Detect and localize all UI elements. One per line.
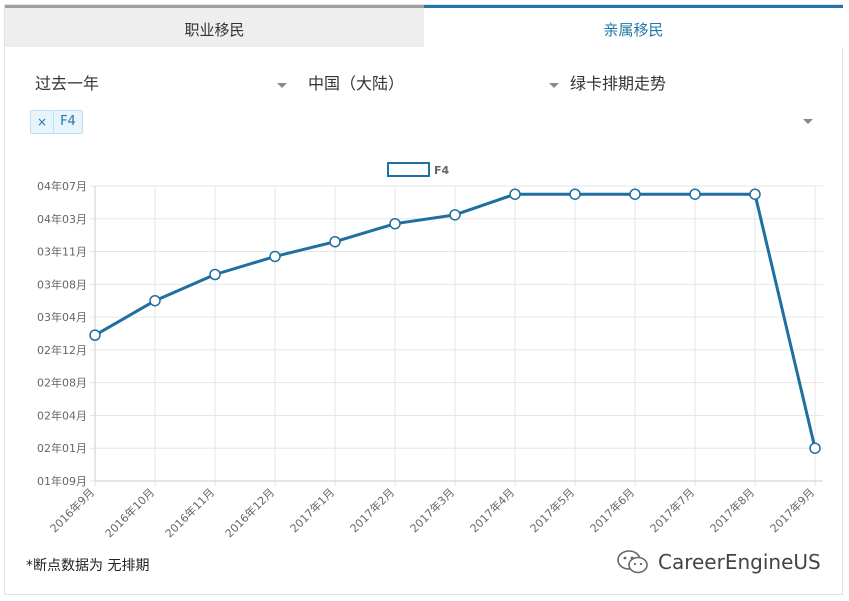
data-point [569, 188, 581, 200]
x-tick-label: 2016年12月 [222, 485, 277, 540]
x-tick-label: 2017年1月 [287, 485, 337, 535]
data-point [269, 250, 281, 263]
watermark-text: CareerEngineUS [658, 550, 821, 574]
y-tick-label: 04年03月 [37, 212, 87, 226]
y-tick-label: 01年09月 [37, 474, 87, 488]
y-tick-label: 03年04月 [37, 310, 87, 324]
y-tick-label: 02年01月 [37, 441, 87, 455]
x-tick-label: 2017年6月 [587, 485, 637, 535]
chart-legend[interactable]: F4 [387, 162, 450, 177]
x-tick-label: 2017年7月 [647, 485, 697, 535]
watermark: CareerEngineUS [616, 548, 821, 576]
x-tick-label: 2017年2月 [347, 485, 397, 535]
legend-label: F4 [434, 164, 450, 177]
data-point [149, 294, 161, 307]
legend-swatch [387, 162, 430, 177]
line-chart: 01年09月 02年01月 02年04月 02年08月 02年12月 03年04月 03年0… [37, 162, 823, 540]
data-point [389, 217, 401, 230]
x-tick-label: 2017年8月 [707, 485, 757, 535]
y-tick-label: 02年08月 [37, 376, 87, 390]
x-tick-label: 2016年10月 [102, 485, 157, 540]
data-point [509, 188, 521, 200]
x-tick-label: 2016年11月 [162, 485, 217, 540]
data-point [629, 188, 641, 200]
data-point [449, 209, 461, 221]
x-tick-label: 2017年4月 [467, 485, 517, 535]
data-point [89, 329, 101, 341]
footnote: *断点数据为 无排期 [26, 558, 150, 574]
data-point [749, 188, 761, 200]
wechat-icon [617, 550, 648, 574]
chart-grid [90, 185, 823, 486]
data-point [209, 268, 221, 281]
data-point [809, 442, 821, 454]
y-tick-label: 02年12月 [37, 343, 87, 357]
y-tick-label: 03年11月 [37, 245, 87, 259]
x-tick-label: 2017年9月 [767, 485, 817, 535]
y-tick-label: 02年04月 [37, 408, 87, 422]
y-tick-label: 03年08月 [37, 277, 87, 291]
y-tick-label: 04年07月 [37, 179, 87, 193]
x-tick-label: 2017年3月 [407, 485, 457, 535]
x-tick-label: 2016年9月 [47, 485, 97, 535]
x-tick-label: 2017年5月 [527, 485, 577, 535]
data-point [329, 235, 341, 248]
data-point [689, 188, 701, 200]
